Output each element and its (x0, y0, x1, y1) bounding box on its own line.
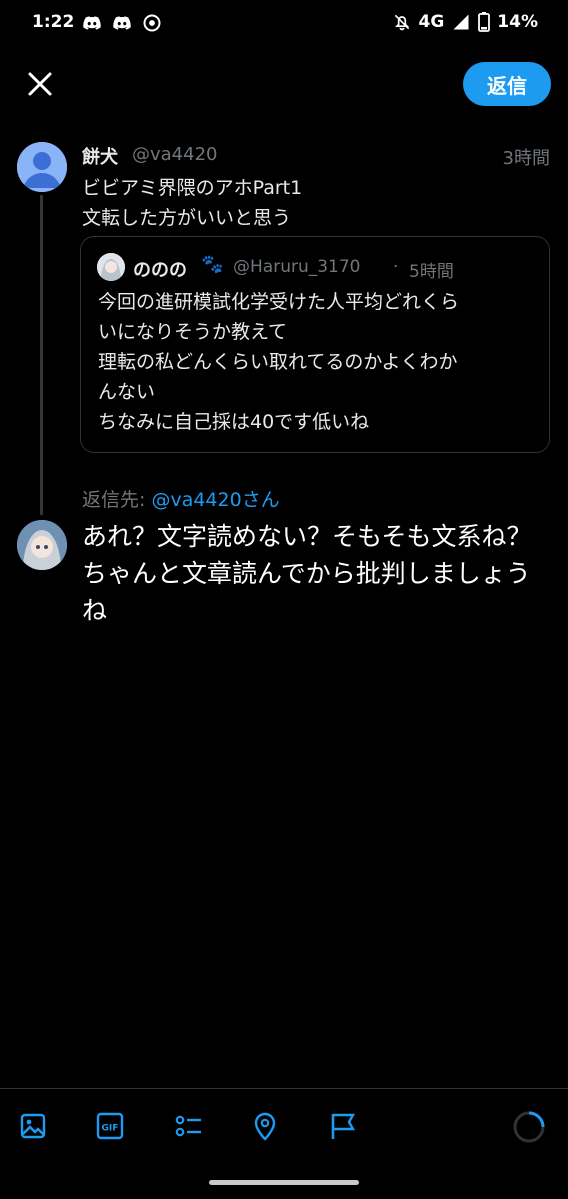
poll-list-icon (175, 1115, 201, 1137)
poll-button[interactable] (172, 1110, 204, 1142)
mute-bell-icon (394, 14, 409, 31)
replying-to-label: 返信先: (82, 489, 146, 511)
replying-to: 返信先: @va4420さん (82, 485, 280, 512)
quoted-text-line: 理転の私どんくらい取れてるのかよくわか (98, 351, 458, 373)
character-count-ring (513, 1111, 545, 1143)
thread-line (40, 195, 43, 515)
toolbar-divider (0, 1088, 568, 1089)
anime-avatar-icon (97, 253, 125, 281)
image-button[interactable] (17, 1110, 49, 1142)
quoted-tweet-card[interactable]: ののの 🐾 @Haruru_3170 · 5時間 今回の進研模試化学受けた人平均… (80, 236, 550, 453)
reply-text-line: ね (82, 596, 108, 625)
reply-text-line: あれ？文字読めない？そもそも文系ね？ (82, 522, 532, 551)
separator-dot: · (393, 257, 399, 277)
discord-icon (83, 16, 101, 30)
status-bar: 1:22 4G 14% (0, 0, 568, 46)
location-button[interactable] (249, 1110, 281, 1142)
battery-icon (478, 12, 491, 32)
flag-icon (331, 1113, 356, 1139)
default-avatar-icon (17, 142, 67, 192)
image-icon (20, 1113, 46, 1139)
gif-button[interactable]: GIF (94, 1110, 126, 1142)
tweet-text-line: ビビアミ界隈のアホPart1 (82, 177, 303, 199)
avatar (17, 520, 67, 570)
quoted-tweet-text: 今回の進研模試化学受けた人平均どれくら いになりそうか教えて 理転の私どんくらい… (98, 287, 538, 437)
network-type: 4G (418, 12, 445, 32)
battery-percent: 14% (497, 12, 538, 32)
quoted-text-line: 今回の進研模試化学受けた人平均どれくら (98, 291, 460, 313)
status-time: 1:22 (32, 12, 75, 32)
chrome-icon (143, 14, 161, 32)
paw-emoji: 🐾 (201, 254, 224, 275)
author-name[interactable]: 餅犬 (82, 143, 118, 169)
quoted-text-line: いになりそうか教えて (98, 321, 288, 343)
reply-submit-button[interactable]: 返信 (463, 62, 551, 106)
location-pin-icon (254, 1112, 276, 1141)
avatar (97, 253, 125, 281)
system-icons: 4G 14% (392, 12, 538, 32)
quoted-text-line: ちなみに自己採は40です低いね (98, 411, 370, 433)
tweet-time: 3時間 (502, 148, 550, 169)
quoted-text-line: んない (98, 381, 156, 403)
gif-label: GIF (102, 1124, 119, 1134)
replying-to-target[interactable]: @va4420さん (151, 489, 279, 511)
anime-avatar-icon (17, 520, 67, 570)
author-handle[interactable]: @va4420 (132, 144, 218, 165)
gif-icon: GIF (96, 1112, 124, 1140)
tweet-text: ビビアミ界隈のアホPart1 文転した方がいいと思う (82, 173, 552, 233)
discord-icon (113, 16, 131, 30)
signal-icon (453, 14, 469, 30)
flag-button[interactable] (327, 1110, 359, 1142)
reply-text-line: ちゃんと文章読んでから批判しましょう (82, 559, 531, 588)
quoted-author-handle: @Haruru_3170 (233, 257, 361, 277)
avatar[interactable] (17, 142, 67, 192)
home-indicator[interactable] (209, 1180, 359, 1185)
notification-icons (82, 13, 162, 33)
reply-compose-field[interactable]: あれ？文字読めない？そもそも文系ね？ ちゃんと文章読んでから批判しましょう ね (82, 518, 552, 629)
quoted-tweet-time: 5時間 (409, 262, 454, 282)
tweet-text-line: 文転した方がいいと思う (82, 207, 292, 229)
quoted-author-name: ののの (133, 260, 187, 281)
close-icon[interactable] (22, 66, 58, 102)
